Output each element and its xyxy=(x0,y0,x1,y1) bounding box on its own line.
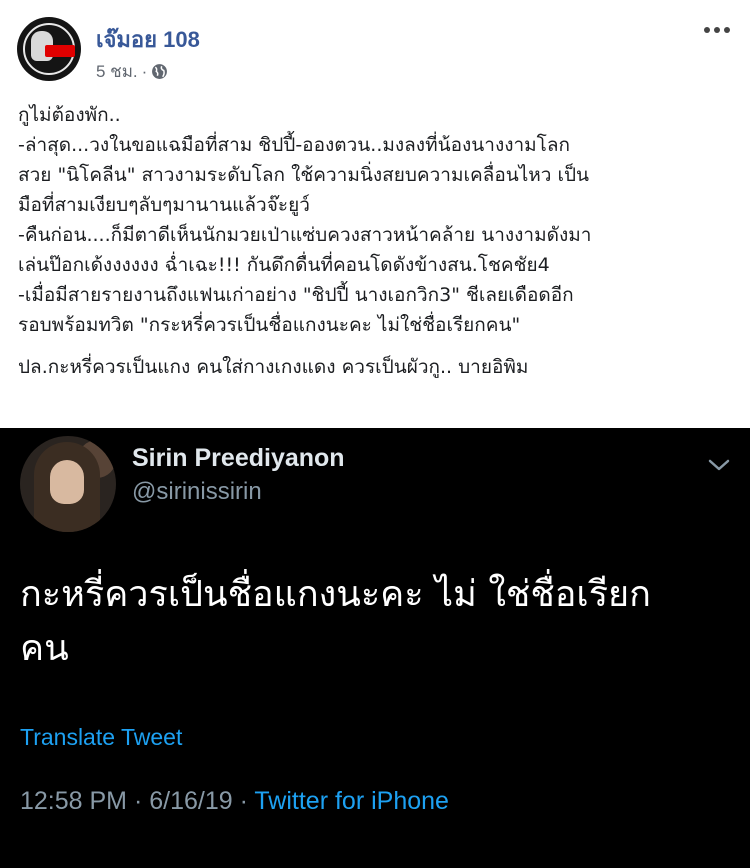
tweet-text: กะหรี่ควรเป็นชื่อแกงนะคะ ไม่ ใช่ชื่อเรีย… xyxy=(20,568,720,676)
dot xyxy=(704,27,710,33)
post-ps-line: ปล.กะหรี่ควรเป็นแกง คนใส่กางเกงแดง ควรเป… xyxy=(18,356,529,378)
dot xyxy=(714,27,720,33)
meta-separator: · xyxy=(141,61,148,81)
post-time[interactable]: 5 ชม. xyxy=(96,58,138,85)
tweet-text-line: กะหรี่ควรเป็นชื่อแกงนะคะ ไม่ ใช่ชื่อเรีย… xyxy=(20,574,651,615)
post-line: เล่นป๊อกเด้งงงงงง ฉ่ำเฉะ!!! กันดึกดื่นที… xyxy=(18,254,550,276)
translate-tweet-link[interactable]: Translate Tweet xyxy=(20,724,182,751)
post-line: มือที่สามเงียบๆลับๆมานานแล้วจ๊ะยูว์ xyxy=(18,194,310,216)
dot xyxy=(724,27,730,33)
globe-icon[interactable] xyxy=(151,63,168,80)
facebook-post: เจ๊มอย 108 5 ชม. · กูไม่ต้องพัก.. -ล่าสุ… xyxy=(0,0,750,428)
tweet-footer: 12:58 PM · 6/16/19 · Twitter for iPhone xyxy=(20,787,449,816)
post-meta: 5 ชม. · xyxy=(96,58,168,85)
avatar-face xyxy=(50,460,84,504)
more-options-icon[interactable] xyxy=(702,18,732,42)
tweet-avatar[interactable] xyxy=(20,436,116,532)
post-line: กูไม่ต้องพัก.. xyxy=(18,104,121,126)
page-avatar[interactable] xyxy=(17,17,81,81)
post-line: รอบพร้อมทวิต "กระหรี่ควรเป็นชื่อแกงนะคะ … xyxy=(18,314,521,336)
post-line: -เมื่อมีสายรายงานถึงแฟนเก่าอย่าง "ชิปปี้… xyxy=(18,284,574,306)
tweet-text-line: คน xyxy=(20,628,69,669)
post-body: กูไม่ต้องพัก.. -ล่าสุด...วงในขอแฉมือที่ส… xyxy=(18,100,742,382)
avatar-logo-tag xyxy=(45,45,75,57)
chevron-down-icon[interactable] xyxy=(706,456,732,474)
post-line: -คืนก่อน....ก็มีตาดีเห็นนักมวยเป่าแซ่บคว… xyxy=(18,224,592,246)
tweet-timestamp[interactable]: 12:58 PM · 6/16/19 · xyxy=(20,787,248,815)
post-line: -ล่าสุด...วงในขอแฉมือที่สาม ชิปปี้-อองตว… xyxy=(18,134,571,156)
post-line: สวย "นิโคลีน" สาวงามระดับโลก ใช้ความนิ่ง… xyxy=(18,164,590,186)
tweet-display-name[interactable]: Sirin Preediyanon xyxy=(132,444,345,473)
tweet-handle[interactable]: @sirinissirin xyxy=(132,478,262,506)
embedded-tweet: Sirin Preediyanon @sirinissirin กะหรี่คว… xyxy=(0,428,750,868)
tweet-source-link[interactable]: Twitter for iPhone xyxy=(254,787,449,815)
post-author-name[interactable]: เจ๊มอย 108 xyxy=(96,22,200,57)
